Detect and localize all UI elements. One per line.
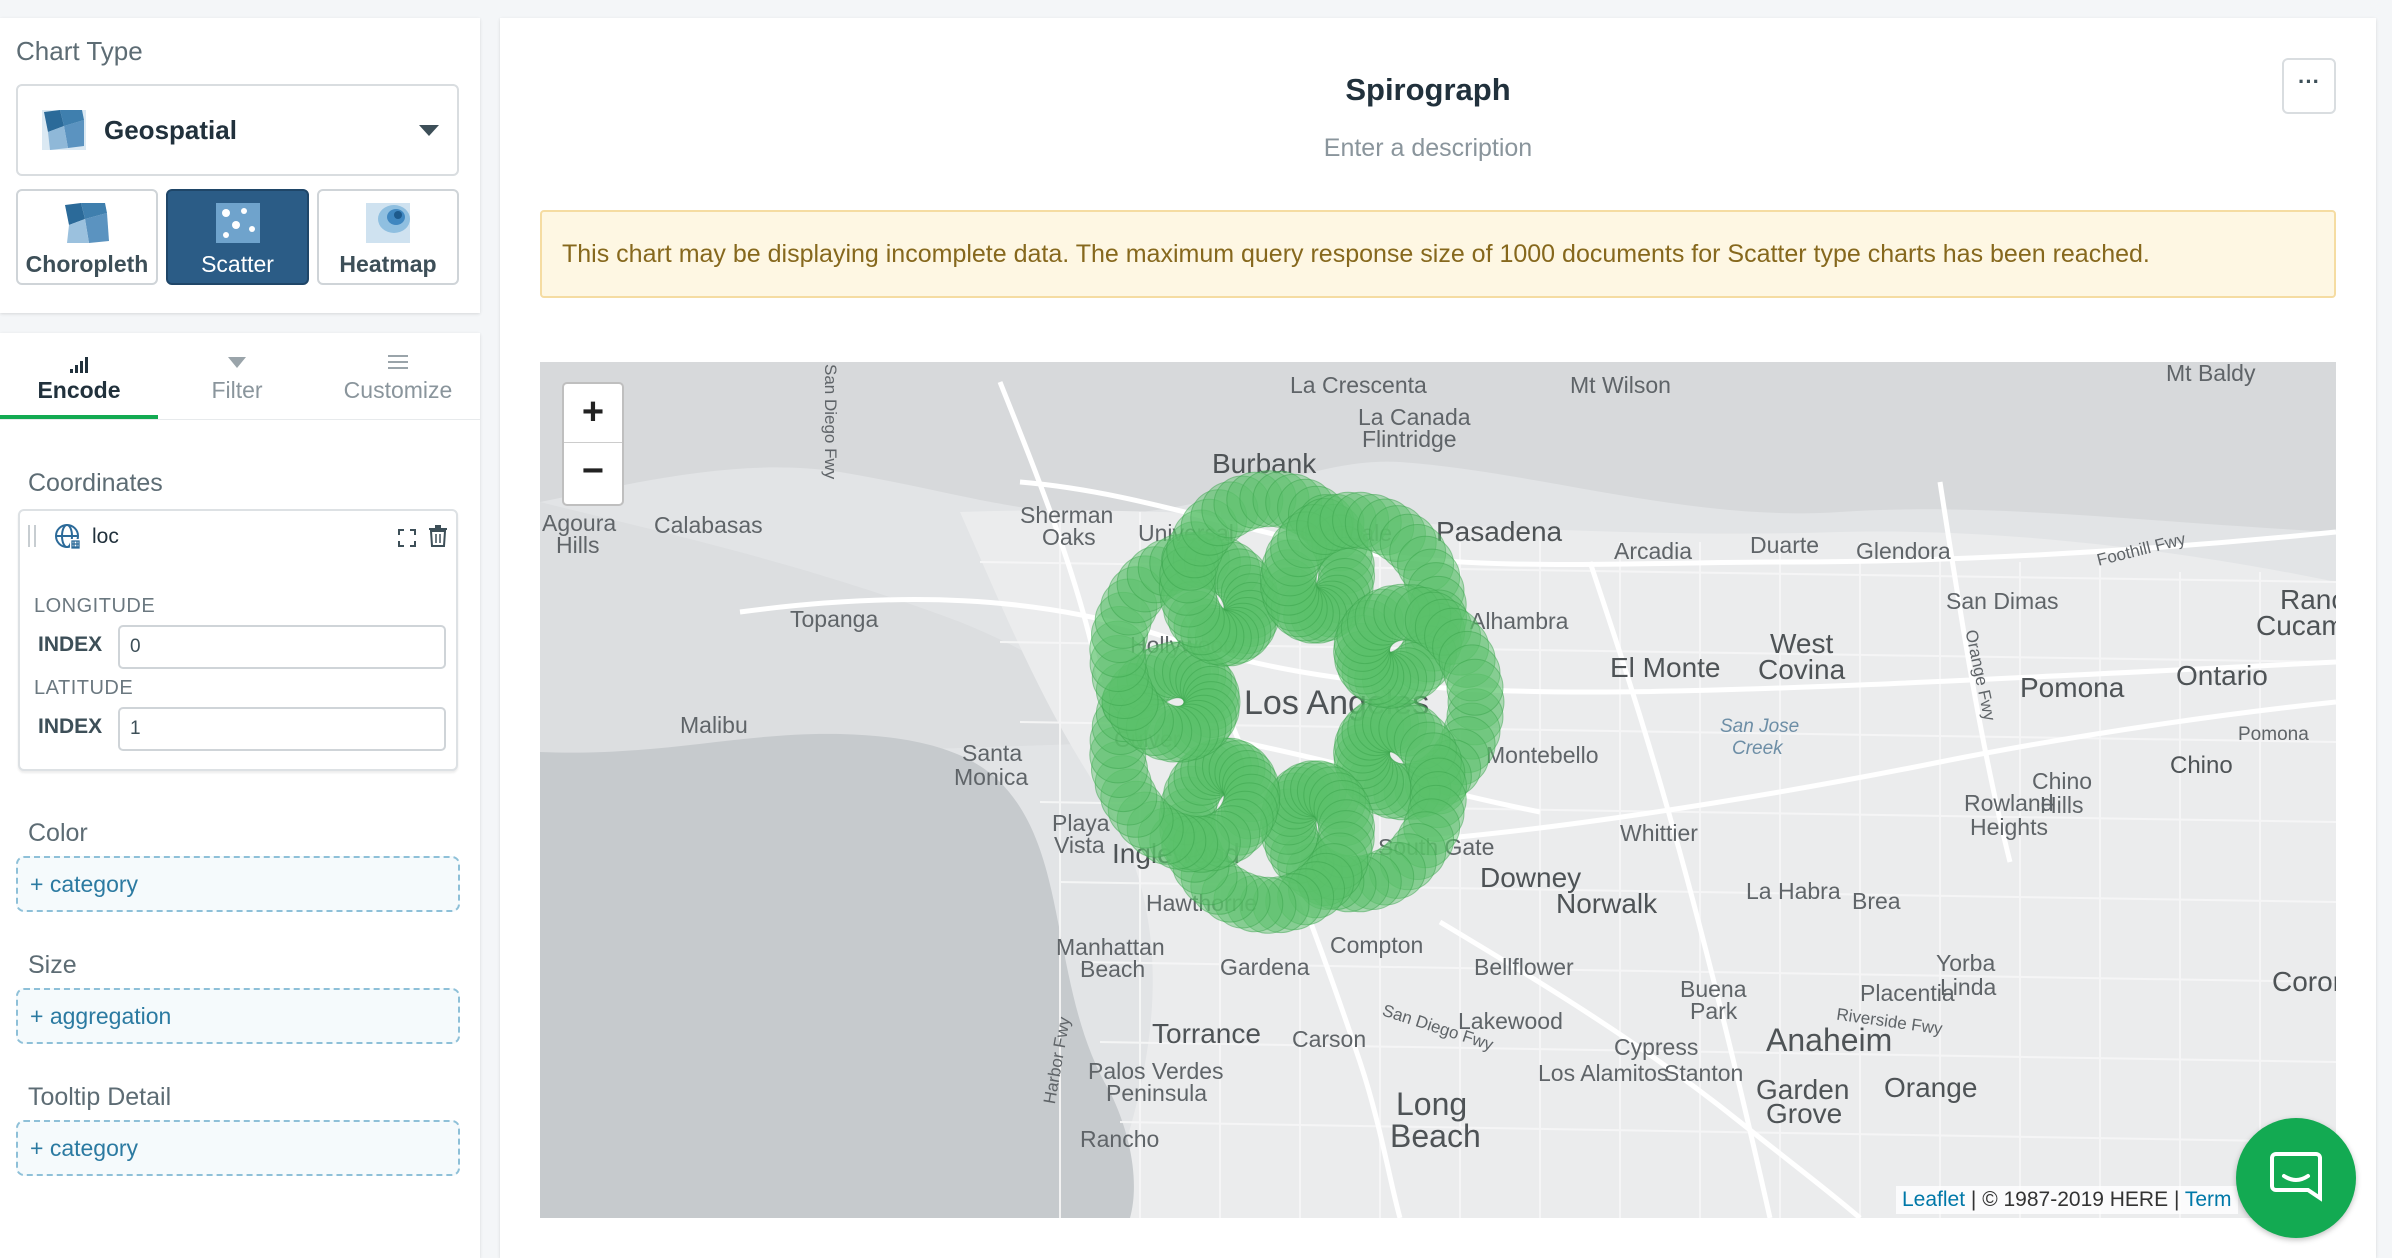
- tabs-divider: [0, 419, 480, 420]
- expand-icon[interactable]: [398, 529, 416, 547]
- longitude-index-input[interactable]: 0: [118, 625, 446, 669]
- coordinates-title: Coordinates: [28, 469, 163, 497]
- chart-description[interactable]: Enter a description: [500, 134, 2356, 163]
- funnel-icon: [158, 351, 316, 373]
- chat-launcher-button[interactable]: [2236, 1118, 2356, 1238]
- tab-customize-label: Customize: [343, 377, 453, 403]
- size-title: Size: [28, 951, 77, 979]
- tab-filter-label: Filter: [211, 377, 263, 403]
- scatter-layer: [1089, 470, 1505, 934]
- zoom-in-button[interactable]: +: [564, 384, 622, 443]
- scatter-button[interactable]: Scatter: [166, 189, 309, 285]
- latitude-label: LATITUDE: [34, 677, 134, 699]
- globe-icon: [54, 523, 82, 551]
- zoom-control: + −: [562, 382, 624, 506]
- heatmap-button[interactable]: Heatmap: [317, 189, 459, 285]
- scatter-label: Scatter: [201, 251, 274, 277]
- sliders-icon: [316, 351, 480, 373]
- scatter-point[interactable]: [1446, 658, 1504, 716]
- chart-title[interactable]: Spirograph: [500, 72, 2356, 108]
- chevron-down-icon: [419, 124, 439, 136]
- scatter-icon: [214, 201, 262, 245]
- attribution-text: | © 1987-2019 HERE |: [1970, 1188, 2180, 1211]
- tab-filter[interactable]: Filter: [158, 351, 316, 419]
- color-drop-zone[interactable]: + category: [16, 856, 460, 912]
- longitude-index-label: INDEX: [38, 633, 103, 656]
- drag-handle-icon[interactable]: [28, 525, 36, 547]
- map[interactable]: La Crescenta Mt Wilson Mt Baldy La Canad…: [540, 362, 2336, 1218]
- heatmap-icon: [364, 201, 412, 245]
- color-title: Color: [28, 819, 88, 847]
- tab-customize[interactable]: Customize: [316, 351, 480, 419]
- leaflet-link[interactable]: Leaflet: [1902, 1188, 1965, 1211]
- chart-type-dropdown[interactable]: Geospatial: [16, 84, 459, 176]
- map-attribution: Leaflet | © 1987-2019 HERE | Term: [1896, 1186, 2238, 1214]
- choropleth-button[interactable]: Choropleth: [16, 189, 158, 285]
- longitude-label: LONGITUDE: [34, 595, 156, 617]
- signal-bars-icon: [0, 351, 158, 373]
- coordinates-field-name: loc: [92, 525, 119, 548]
- trash-icon[interactable]: [428, 525, 448, 547]
- chart-type-panel: Chart Type Geospatial Choropleth Scatter…: [0, 18, 480, 313]
- choropleth-label: Choropleth: [25, 251, 149, 277]
- chart-card: Spirograph Enter a description ··· This …: [500, 18, 2376, 1258]
- geospatial-icon: [40, 106, 88, 154]
- chat-icon: [2270, 1150, 2322, 1202]
- tooltip-drop-zone[interactable]: + category: [16, 1120, 460, 1176]
- tooltip-title: Tooltip Detail: [28, 1083, 172, 1111]
- terms-link[interactable]: Term: [2185, 1188, 2232, 1211]
- encoding-panel: Encode Filter Customize Coordinates loc …: [0, 333, 480, 1258]
- selected-chart-type: Geospatial: [104, 114, 237, 145]
- latitude-index-label: INDEX: [38, 715, 103, 738]
- tab-encode-label: Encode: [37, 377, 121, 403]
- chart-menu-button[interactable]: ···: [2282, 58, 2336, 114]
- zoom-out-button[interactable]: −: [564, 443, 622, 501]
- size-drop-zone[interactable]: + aggregation: [16, 988, 460, 1044]
- tab-encode[interactable]: Encode: [0, 351, 158, 419]
- heatmap-label: Heatmap: [339, 251, 437, 277]
- choropleth-icon: [63, 201, 111, 245]
- incomplete-data-warning: This chart may be displaying incomplete …: [540, 210, 2336, 298]
- coordinates-card: loc LONGITUDE INDEX 0 LATITUDE INDEX 1: [18, 509, 458, 771]
- chart-type-label: Chart Type: [16, 36, 143, 66]
- latitude-index-input[interactable]: 1: [118, 707, 446, 751]
